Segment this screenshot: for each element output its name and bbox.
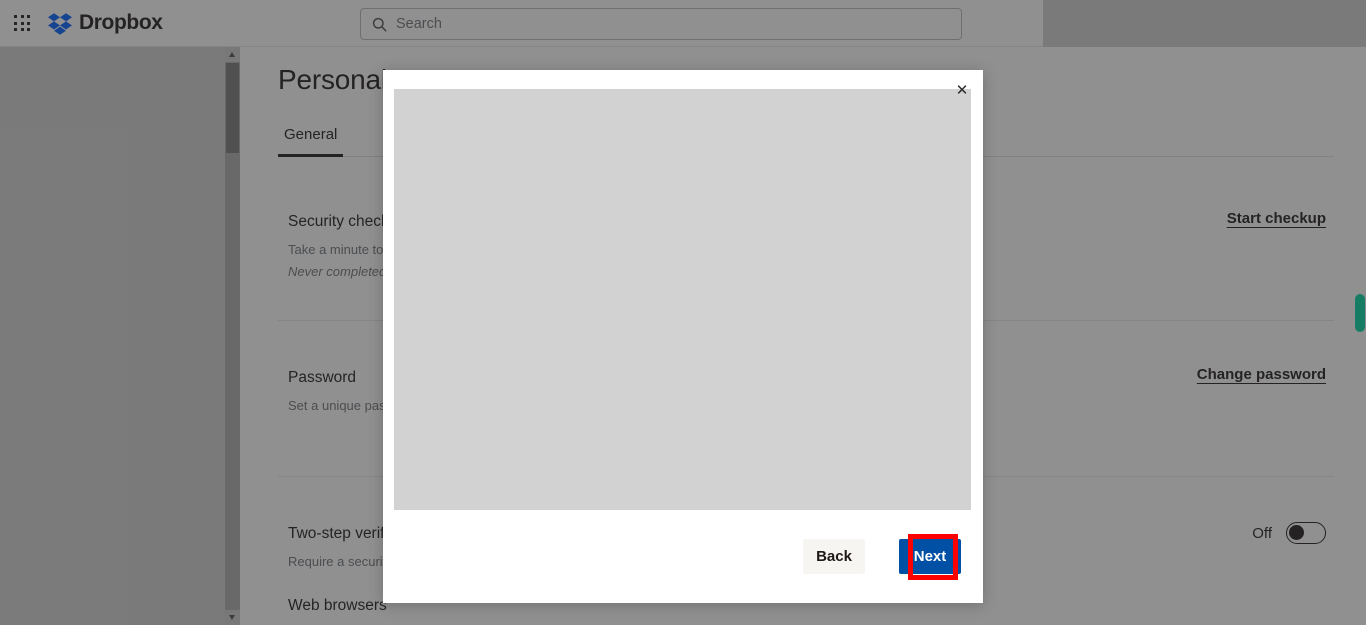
close-icon[interactable]: ✕ <box>955 83 969 98</box>
modal-content-area <box>394 89 971 510</box>
modal-dialog: ✕ Back Next <box>383 70 983 603</box>
back-button[interactable]: Back <box>803 539 865 574</box>
modal-footer: Back Next <box>383 510 983 603</box>
next-button[interactable]: Next <box>899 539 961 574</box>
